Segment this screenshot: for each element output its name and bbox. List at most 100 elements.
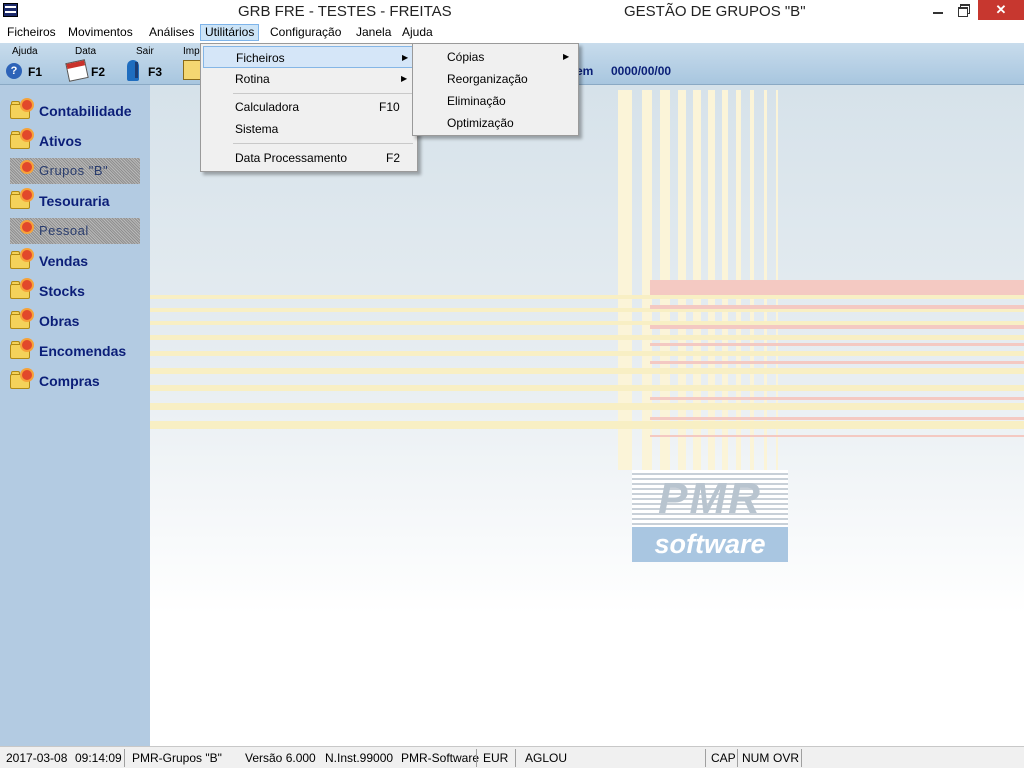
menu-movimentos[interactable]: Movimentos (64, 24, 137, 41)
sidebar-item-pessoal: Pessoal (10, 218, 140, 244)
menu-item-reorganizacao[interactable]: Reorganização (415, 68, 576, 90)
sidebar-item-label: Grupos "B" (39, 163, 109, 178)
decor-stripe (650, 305, 1024, 309)
decor-stripe (650, 325, 1024, 329)
decor-stripe (150, 295, 1024, 299)
close-button[interactable]: ✕ (978, 0, 1024, 20)
help-key: F1 (28, 65, 43, 79)
folder-icon (10, 280, 32, 300)
status-date: 2017-03-08 (6, 751, 68, 765)
menu-item-shortcut: F2 (386, 151, 401, 165)
menu-item-eliminacao[interactable]: Eliminação (415, 90, 576, 112)
menu-item-sistema[interactable]: Sistema (203, 118, 415, 140)
menu-item-rotina[interactable]: Rotina ▶ (203, 68, 415, 90)
sidebar-item-compras[interactable]: Compras (10, 368, 140, 394)
sidebar-item-label: Obras (39, 313, 80, 329)
sidebar-item-obras[interactable]: Obras (10, 308, 140, 334)
date-button[interactable]: Data F2 (65, 46, 112, 84)
sidebar-item-vendas[interactable]: Vendas (10, 248, 140, 274)
sidebar-item-label: Encomendas (39, 343, 127, 359)
print-button[interactable]: Imp (183, 46, 201, 84)
menu-item-label: Calculadora (235, 100, 300, 114)
sidebar-item-encomendas[interactable]: Encomendas (10, 338, 140, 364)
help-label: Ajuda (12, 46, 38, 57)
exit-label: Sair (136, 46, 154, 57)
date-label: Data (75, 46, 97, 57)
help-button[interactable]: Ajuda ? F1 (6, 46, 46, 84)
folder-icon (10, 370, 32, 390)
menu-item-copias[interactable]: Cópias ▶ (415, 46, 576, 68)
menu-item-ficheiros[interactable]: Ficheiros ▶ (203, 46, 415, 68)
ficheiros-submenu: Cópias ▶ Reorganização Eliminação Optimi… (412, 43, 579, 136)
menu-item-label: Rotina (235, 72, 270, 86)
menu-item-label: Ficheiros (236, 51, 285, 65)
decor-stripe (650, 417, 1024, 420)
module-sidebar: Contabilidade Ativos Grupos "B" Tesourar… (0, 85, 150, 746)
menu-item-optimizacao[interactable]: Optimização (415, 112, 576, 134)
status-divider (476, 749, 477, 767)
status-module: PMR-Grupos "B" (132, 751, 222, 765)
print-label: Imp (183, 46, 200, 57)
sidebar-item-tesouraria[interactable]: Tesouraria (10, 188, 140, 214)
sidebar-item-label: Ativos (39, 133, 82, 149)
app-icon[interactable] (3, 3, 18, 17)
sidebar-item-label: Tesouraria (39, 193, 110, 209)
logo-pmr-text: PMR (632, 470, 788, 527)
menu-bar: Ficheiros Movimentos Análises Utilitário… (0, 22, 1024, 43)
sidebar-item-label: Compras (39, 373, 100, 389)
main-workspace: PMR software (150, 85, 1024, 746)
menu-analises[interactable]: Análises (145, 24, 198, 41)
help-icon: ? (6, 63, 22, 79)
status-caps-lock: CAP (711, 751, 736, 765)
status-time: 09:14:09 (75, 751, 122, 765)
status-divider (705, 749, 706, 767)
menu-utilitarios[interactable]: Utilitários (200, 24, 260, 41)
sidebar-item-contabilidade[interactable]: Contabilidade (10, 98, 140, 124)
folder-icon (10, 310, 32, 330)
sidebar-item-label: Pessoal (39, 223, 89, 238)
date-key: F2 (91, 65, 106, 79)
decor-stripe (150, 335, 1024, 340)
menu-separator (233, 143, 413, 144)
menu-item-label: Sistema (235, 122, 279, 136)
minimize-button[interactable] (925, 0, 951, 20)
submenu-arrow-icon: ▶ (563, 52, 570, 61)
submenu-arrow-icon: ▶ (401, 74, 408, 83)
status-divider (801, 749, 802, 767)
menu-configuracao[interactable]: Configuração (266, 24, 345, 41)
sidebar-item-stocks[interactable]: Stocks (10, 278, 140, 304)
menu-janela[interactable]: Janela (352, 24, 395, 41)
folder-icon (10, 100, 32, 120)
folder-icon (10, 160, 32, 180)
menu-item-label: Reorganização (447, 72, 528, 86)
restore-button[interactable] (951, 0, 977, 20)
menu-ajuda[interactable]: Ajuda (398, 24, 437, 41)
decor-stripe (150, 421, 1024, 429)
title-bar: GRB FRE - TESTES - FREITAS GESTÃO DE GRU… (0, 0, 1024, 22)
close-icon: ✕ (995, 2, 1007, 17)
folder-icon (10, 340, 32, 360)
menu-ficheiros[interactable]: Ficheiros (3, 24, 60, 41)
menu-item-calculadora[interactable]: Calculadora F10 (203, 96, 415, 118)
status-version: Versão 6.000 (245, 751, 316, 765)
status-vendor: PMR-Software (401, 751, 480, 765)
sidebar-item-label: Contabilidade (39, 103, 132, 119)
pmr-software-logo: PMR software (632, 470, 788, 562)
decor-stripe (150, 403, 1024, 410)
sidebar-item-ativos[interactable]: Ativos (10, 128, 140, 154)
menu-item-label: Optimização (447, 116, 514, 130)
menu-separator (233, 93, 413, 94)
status-user: AGLOU (525, 751, 568, 765)
decor-stripe (618, 90, 632, 470)
decor-stripe (150, 351, 1024, 356)
sidebar-item-label: Stocks (39, 283, 85, 299)
calendar-icon (65, 59, 89, 82)
exit-button[interactable]: Sair F3 (127, 46, 167, 84)
decor-stripe (150, 368, 1024, 374)
sidebar-item-label: Vendas (39, 253, 89, 269)
status-bar: 2017-03-08 09:14:09 PMR-Grupos "B" Versã… (0, 746, 1024, 768)
status-num-lock: NUM (742, 751, 770, 765)
menu-item-data-processamento[interactable]: Data Processamento F2 (203, 147, 415, 169)
sidebar-item-grupos-b: Grupos "B" (10, 158, 140, 184)
processing-date: 0000/00/00 (611, 64, 672, 78)
